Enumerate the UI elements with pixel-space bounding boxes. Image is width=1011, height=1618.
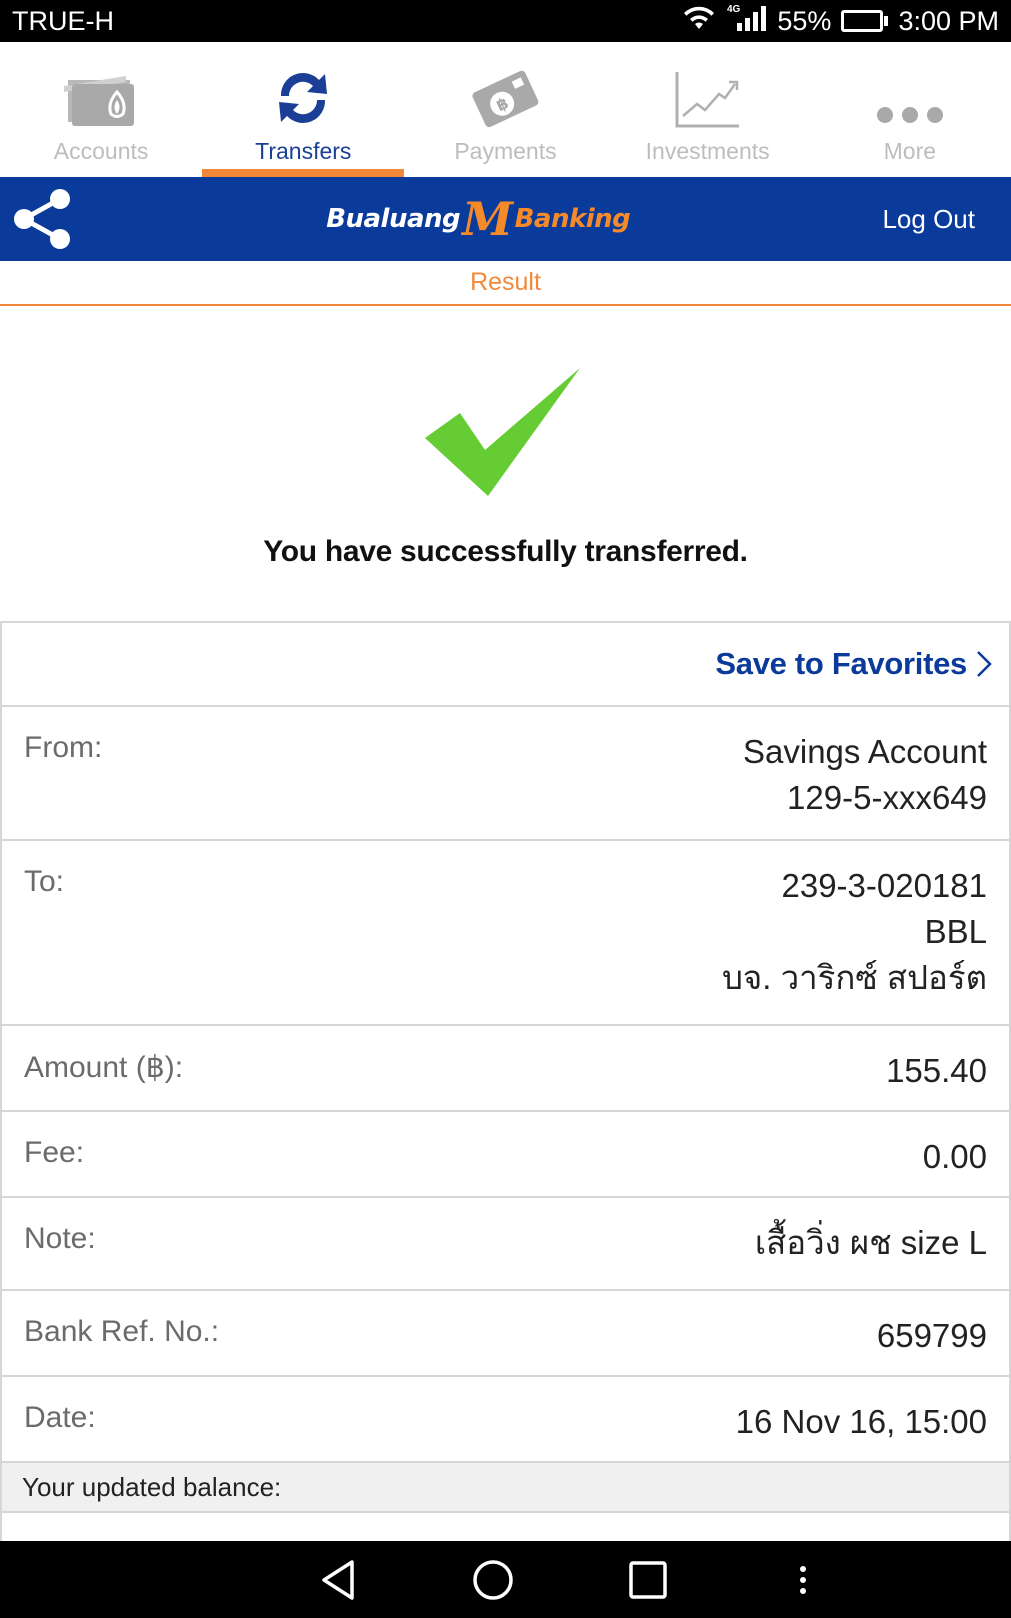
tab-payments[interactable]: ฿ Payments <box>404 42 606 177</box>
from-label: From: <box>24 731 103 764</box>
to-label: To: <box>24 865 65 898</box>
amount-label: Amount (฿): <box>24 1051 184 1084</box>
share-icon <box>14 189 70 249</box>
tab-label: Payments <box>454 138 557 164</box>
system-nav-bar <box>0 1541 1011 1618</box>
success-check-icon <box>420 368 590 498</box>
back-triangle-icon <box>321 1559 354 1600</box>
page-title-bar: Result <box>0 261 1011 306</box>
bualuang-mbanking-logo: Bualuang M Banking <box>326 192 631 246</box>
fee-value: 0.00 <box>922 1138 987 1175</box>
to-value: 239-3-020181 BBL บจ. วาริกซ์ สปอร์ต <box>722 841 987 1024</box>
status-bar: TRUE-H 4G 55% 3:00 PM <box>0 0 1011 42</box>
baht-card-icon: ฿ <box>472 70 539 128</box>
save-to-favorites-label: Save to Favorites <box>715 646 967 681</box>
from-value: Savings Account 129-5-xxx649 <box>743 707 987 839</box>
chart-line-icon <box>675 72 739 128</box>
updated-balance-label: Your updated balance: <box>22 1471 282 1502</box>
amount-value: 155.40 <box>886 1052 987 1089</box>
share-button[interactable] <box>10 187 74 251</box>
fee-label: Fee: <box>24 1136 85 1169</box>
overflow-menu-button[interactable] <box>773 1550 833 1610</box>
date-value: 16 Nov 16, 15:00 <box>735 1403 987 1440</box>
success-message: You have successfully transferred. <box>263 535 748 568</box>
to-account-number: 239-3-020181 <box>781 867 987 904</box>
cell-signal-icon: 4G <box>727 3 767 40</box>
transfer-arrows-icon <box>279 73 328 123</box>
tab-transfers[interactable]: Transfers <box>202 42 405 177</box>
recents-square-icon <box>629 1560 667 1599</box>
home-button[interactable] <box>463 1550 523 1610</box>
detail-row-date: Date: 16 Nov 16, 15:00 <box>0 1377 1011 1463</box>
tab-label: More <box>883 138 937 164</box>
detail-row-ref: Bank Ref. No.: 659799 <box>0 1291 1011 1377</box>
status-indicators: 4G 55% 3:00 PM <box>681 3 999 40</box>
back-button[interactable] <box>308 1550 368 1610</box>
active-tab-indicator <box>202 169 405 177</box>
from-account-number: 129-5-xxx649 <box>787 779 987 816</box>
to-bank: BBL <box>924 913 987 950</box>
logout-button[interactable]: Log Out <box>882 204 975 235</box>
logo-text-right: Banking <box>514 204 631 234</box>
wallet-icon <box>64 76 135 126</box>
vertical-dots-icon <box>800 1565 807 1594</box>
main-tab-bar: Accounts Transfers ฿ Payments Investment… <box>0 42 1011 177</box>
note-label: Note: <box>24 1222 96 1255</box>
carrier-name: TRUE-H <box>12 5 114 36</box>
ref-label: Bank Ref. No.: <box>24 1315 220 1348</box>
recents-button[interactable] <box>618 1550 678 1610</box>
chevron-right-icon <box>977 651 992 677</box>
tab-label: Investments <box>645 138 770 164</box>
save-to-favorites-link[interactable]: Save to Favorites <box>715 646 993 682</box>
more-dots-icon <box>876 107 943 123</box>
transfer-details: Save to Favorites From: Savings Account … <box>0 621 1011 1553</box>
battery-icon <box>841 10 889 32</box>
detail-row-fee: Fee: 0.00 <box>0 1112 1011 1198</box>
save-favorites-row: Save to Favorites <box>0 623 1011 707</box>
note-value: เสื้อวิ่ง ผช size L <box>754 1224 987 1261</box>
from-account-type: Savings Account <box>743 733 987 770</box>
tab-more[interactable]: More <box>809 42 1011 177</box>
updated-balance-header: Your updated balance: <box>0 1463 1011 1513</box>
tab-accounts[interactable]: Accounts <box>0 42 202 177</box>
detail-row-from: From: Savings Account 129-5-xxx649 <box>0 707 1011 841</box>
logo-text-left: Bualuang <box>326 204 461 234</box>
page-title: Result <box>470 268 541 296</box>
tab-label: Accounts <box>53 138 149 164</box>
network-type-label: 4G <box>727 4 741 15</box>
detail-row-amount: Amount (฿): 155.40 <box>0 1026 1011 1112</box>
to-account-name: บจ. วาริกซ์ สปอร์ต <box>721 959 987 996</box>
home-circle-icon <box>473 1559 513 1600</box>
tab-label: Transfers <box>255 138 352 164</box>
app-header: Bualuang M Banking Log Out <box>0 177 1011 261</box>
tab-investments[interactable]: Investments <box>607 42 809 177</box>
wifi-icon <box>681 5 717 38</box>
detail-row-to: To: 239-3-020181 BBL บจ. วาริกซ์ สปอร์ต <box>0 841 1011 1026</box>
detail-row-note: Note: เสื้อวิ่ง ผช size L <box>0 1198 1011 1291</box>
logo-m-mark: M <box>462 192 513 246</box>
clock: 3:00 PM <box>898 5 999 36</box>
battery-percent: 55% <box>777 5 832 36</box>
date-label: Date: <box>24 1401 96 1434</box>
ref-value: 659799 <box>876 1317 987 1354</box>
